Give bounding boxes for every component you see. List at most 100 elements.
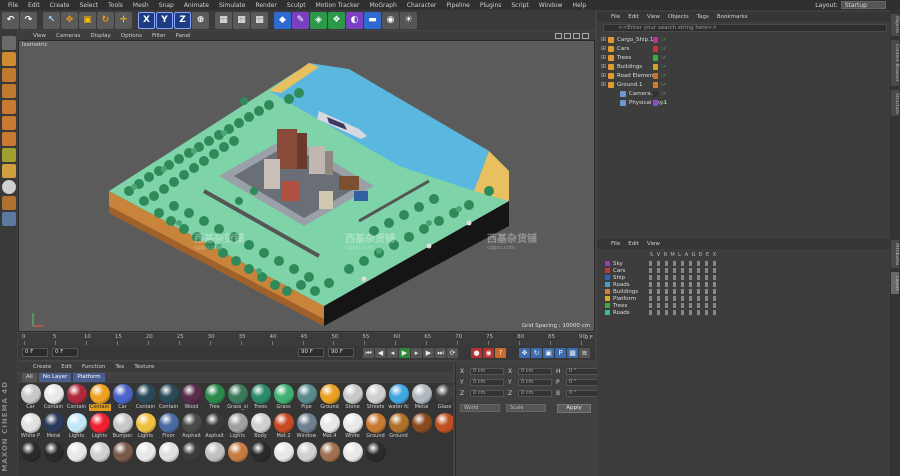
layer-toggle-icons[interactable]	[649, 268, 719, 273]
apply-button[interactable]: Apply	[557, 404, 591, 413]
side-tab-layers[interactable]: Layers	[891, 272, 899, 294]
material-swatch[interactable]: Contain	[42, 383, 65, 412]
layer-color-swatch[interactable]	[605, 296, 610, 301]
size-z-field[interactable]: 0 cm	[518, 390, 552, 397]
layout-dropdown[interactable]: Startup	[840, 1, 886, 9]
layer-color-swatch[interactable]	[605, 268, 610, 273]
start-frame-field[interactable]: 0 F	[22, 348, 48, 357]
menu-script[interactable]: Script	[506, 2, 533, 9]
redo-icon[interactable]: ↷	[20, 11, 37, 29]
object-menu-view[interactable]: View	[643, 14, 664, 20]
material-swatch[interactable]	[42, 441, 65, 470]
record-active-icon[interactable]: ●	[471, 348, 482, 358]
visibility-check-icon[interactable]: ⁝✓	[661, 46, 667, 52]
rotate-icon[interactable]: ↻	[97, 11, 114, 29]
material-swatch[interactable]: White P	[19, 412, 42, 441]
object-row[interactable]: ⊞ Road Elements ⁝✓	[597, 71, 890, 80]
material-swatch[interactable]	[157, 441, 180, 470]
side-tab-content-browser[interactable]: Content Browser	[891, 40, 899, 86]
y-axis-button[interactable]: Y	[156, 11, 173, 29]
rotation-h-field[interactable]: 0 °	[566, 368, 600, 375]
material-swatch[interactable]: water fc	[387, 383, 410, 412]
object-menu-file[interactable]: File	[607, 14, 624, 20]
timeline-ruler[interactable]: 0 5 10 15 20 25 30 35 40 45 50 55 60 65 70 75 80 85 90 0 F	[18, 333, 595, 346]
material-swatch[interactable]: Bumper	[111, 412, 134, 441]
material-swatch[interactable]	[295, 441, 318, 470]
polygons-mode-icon[interactable]	[1, 132, 16, 146]
layer-toggle-icons[interactable]	[649, 310, 719, 315]
material-filter-tab[interactable]: All	[22, 373, 37, 382]
size-mode-dropdown[interactable]: Scale	[506, 404, 546, 412]
go-to-end-icon[interactable]: ⏭	[435, 348, 446, 358]
position-x-field[interactable]: 0 cm	[470, 368, 504, 375]
planar-workplane-icon[interactable]	[1, 212, 16, 226]
move-icon[interactable]: ✥	[61, 11, 78, 29]
object-menu-tags[interactable]: Tags	[693, 14, 713, 20]
side-tab-objects[interactable]: Objects	[891, 14, 899, 36]
material-swatch[interactable]	[226, 441, 249, 470]
scale-icon[interactable]: ▣	[79, 11, 96, 29]
layer-color-swatch[interactable]	[653, 36, 658, 43]
menu-simulate[interactable]: Simulate	[214, 2, 251, 9]
layer-color-swatch[interactable]	[605, 289, 610, 294]
material-swatch[interactable]: Pipe	[295, 383, 318, 412]
layer-row[interactable]: Sky	[597, 260, 890, 267]
layer-row[interactable]: Trees	[597, 302, 890, 309]
layer-color-swatch[interactable]	[605, 303, 610, 308]
material-menu-function[interactable]: Function	[77, 364, 110, 370]
menu-character[interactable]: Character	[402, 2, 442, 9]
material-swatch[interactable]	[318, 441, 341, 470]
menu-create[interactable]: Create	[45, 2, 75, 9]
undo-icon[interactable]: ↶	[2, 11, 19, 29]
layer-toggle-icons[interactable]	[649, 261, 719, 266]
keyframe-selection-icon[interactable]: ?	[495, 348, 506, 358]
side-tab-structure[interactable]: Structure	[891, 90, 899, 116]
material-swatch[interactable]: Lights	[226, 412, 249, 441]
material-swatch[interactable]: Floor	[157, 412, 180, 441]
points-mode-icon[interactable]	[1, 100, 16, 114]
material-swatch[interactable]: Asphalt	[203, 412, 226, 441]
layer-toggle-icons[interactable]	[649, 289, 719, 294]
material-swatch[interactable]: Stone	[341, 383, 364, 412]
menu-motion-tracker[interactable]: Motion Tracker	[311, 2, 365, 9]
material-swatch[interactable]: Trees	[249, 383, 272, 412]
size-y-field[interactable]: 0 cm	[518, 379, 552, 386]
material-menu-texture[interactable]: Texture	[129, 364, 159, 370]
material-swatch[interactable]: Ground	[364, 412, 387, 441]
z-axis-button[interactable]: Z	[174, 11, 191, 29]
rotate-view-icon[interactable]	[573, 32, 580, 39]
layer-color-swatch[interactable]	[605, 282, 610, 287]
layer-color-swatch[interactable]	[653, 45, 658, 52]
menu-mesh[interactable]: Mesh	[128, 2, 154, 9]
material-swatch[interactable]: Tree	[203, 383, 226, 412]
enable-axis-icon[interactable]	[1, 148, 16, 162]
material-swatch[interactable]: Mat.4	[318, 412, 341, 441]
expand-icon[interactable]: ⊞	[601, 36, 608, 43]
material-swatch[interactable]	[65, 441, 88, 470]
material-swatch[interactable]: Ground	[387, 412, 410, 441]
visibility-check-icon[interactable]: ⁝✓	[661, 82, 667, 88]
material-swatch[interactable]: Lights	[65, 412, 88, 441]
viewport-menu-options[interactable]: Options	[116, 33, 147, 39]
object-search-input[interactable]: <<Enter your search string here>>	[603, 24, 887, 32]
loop-icon[interactable]: ⟳	[447, 348, 458, 358]
menu-select[interactable]: Select	[75, 2, 104, 9]
material-swatch[interactable]	[272, 441, 295, 470]
layer-color-swatch[interactable]	[605, 261, 610, 266]
material-swatch[interactable]	[180, 441, 203, 470]
position-y-field[interactable]: 0 cm	[470, 379, 504, 386]
menu-plugins[interactable]: Plugins	[475, 2, 507, 9]
autokey-icon[interactable]: ◉	[483, 348, 494, 358]
deformer-icon[interactable]: ◐	[346, 11, 363, 29]
viewport-menu-cameras[interactable]: Cameras	[51, 33, 85, 39]
material-swatch[interactable]: Window	[295, 412, 318, 441]
material-filter-tab[interactable]: No Layer	[38, 373, 72, 382]
material-swatch[interactable]: Mat.2	[272, 412, 295, 441]
next-key-icon[interactable]: ▶	[423, 348, 434, 358]
material-swatch[interactable]	[433, 412, 453, 441]
expand-icon[interactable]: ⊞	[601, 63, 608, 70]
menu-window[interactable]: Window	[534, 2, 568, 9]
zoom-view-icon[interactable]	[564, 32, 571, 39]
menu-file[interactable]: File	[3, 2, 23, 9]
material-swatch[interactable]: Metal	[410, 383, 433, 412]
